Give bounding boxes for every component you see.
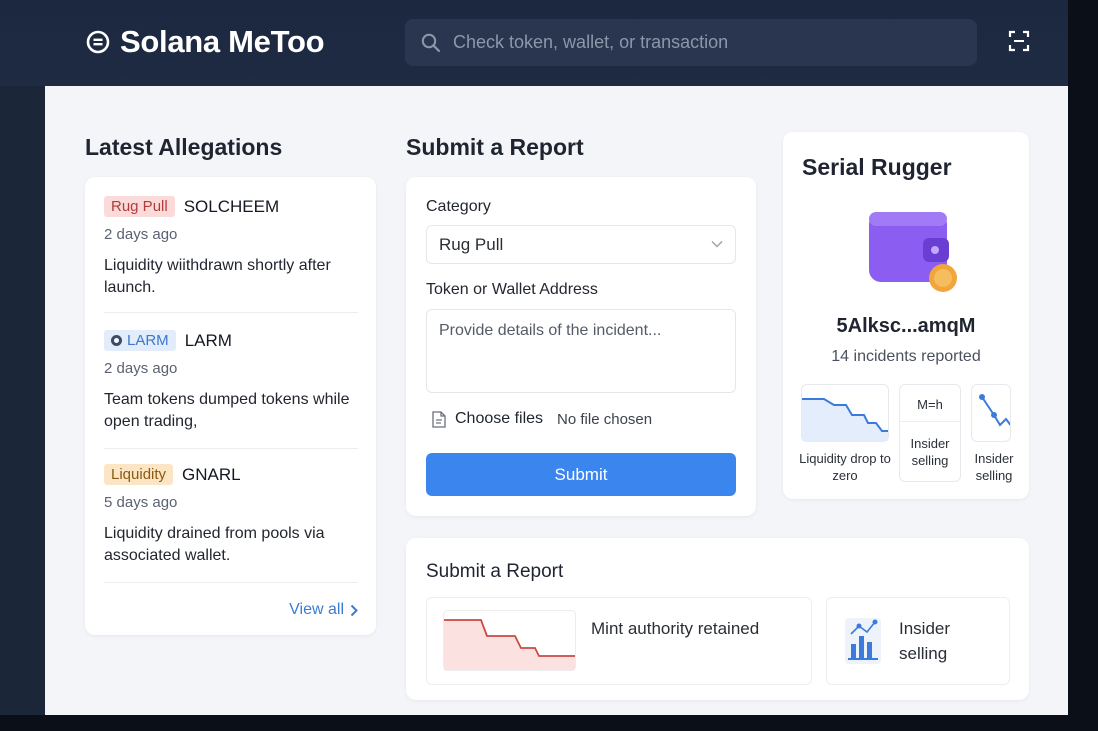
list-item[interactable]: Liquidity GNARL 5 days ago Liquidity dra… (104, 464, 358, 567)
chevron-right-icon (350, 604, 358, 616)
insider-chart-icon (845, 618, 881, 664)
timestamp: 2 days ago (104, 226, 178, 243)
app-frame: Solana MeToo Latest Allegations Rug Pull… (0, 0, 1068, 715)
divider (104, 582, 358, 583)
allegation-description: Liquidity wiithdrawn shortly after launc… (104, 257, 331, 296)
app-logo[interactable]: Solana MeToo (86, 24, 325, 60)
category-label: Category (426, 198, 491, 215)
top-header: Solana MeToo (0, 0, 1068, 86)
search-bar[interactable] (405, 19, 977, 66)
allegation-description: Team tokens dumped tokens while open tra… (104, 391, 350, 430)
token-name: LARM (184, 330, 232, 350)
mint-authority-card[interactable]: Mint authority retained (426, 597, 812, 685)
insider-selling-card[interactable]: Insider selling (826, 597, 1010, 685)
divider (104, 448, 358, 449)
search-input[interactable] (453, 32, 953, 53)
badge-label: LARM (127, 332, 169, 349)
insider-selling-text: Insider selling (899, 619, 951, 663)
card-caption: Insider selling (910, 436, 950, 468)
report-form-title: Submit a Report (406, 134, 584, 160)
details-textarea[interactable] (426, 309, 736, 393)
allegation-description: Liquidity drained from pools via associa… (104, 525, 325, 564)
choose-files-label: Choose files (455, 410, 544, 427)
no-file-text: No file chosen (557, 410, 653, 428)
card-chip: M=h (917, 397, 943, 412)
category-badge: Rug Pull (104, 196, 175, 217)
list-item[interactable]: Rug Pull SOLCHEEM 2 days ago Liquidity w… (104, 196, 358, 299)
report-categories-title: Submit a Report (426, 561, 564, 582)
insider-selling-card[interactable]: M=h Insider selling (899, 384, 961, 482)
serial-rugger-title: Serial Rugger (802, 154, 952, 180)
serial-rugger-card: Serial Rugger 5Alksc...amqM 14 incidents… (783, 132, 1029, 499)
allegations-card: Rug Pull SOLCHEEM 2 days ago Liquidity w… (85, 177, 376, 635)
insider-trend-chart (979, 394, 1010, 427)
address-label: Token or Wallet Address (426, 281, 598, 298)
choose-files-button[interactable]: Choose files (432, 410, 543, 428)
search-icon (421, 33, 441, 52)
submit-button[interactable]: Submit (426, 453, 736, 496)
incident-count: 14 incidents reported (831, 348, 981, 365)
mint-authority-chart (443, 610, 576, 671)
view-all-link[interactable]: View all (289, 601, 358, 619)
circle-menu-icon (86, 30, 110, 54)
wallet-address[interactable]: 5Alksc...amqM (783, 315, 1029, 338)
allegations-title: Latest Allegations (85, 134, 283, 160)
category-badge: LARM (104, 330, 176, 351)
list-item[interactable]: LARM LARM 2 days ago Team tokens dumped … (104, 330, 358, 433)
main-content: Latest Allegations Rug Pull SOLCHEEM 2 d… (45, 86, 1068, 715)
category-value: Rug Pull (439, 234, 504, 254)
report-form-card: Category Rug Pull Token or Wallet Addres… (406, 177, 756, 516)
token-name: SOLCHEEM (183, 196, 280, 216)
timestamp: 5 days ago (104, 494, 178, 511)
token-dot-icon (111, 335, 122, 346)
mint-authority-text: Mint authority retained (591, 619, 760, 638)
token-name: GNARL (182, 464, 241, 484)
file-icon (432, 410, 446, 428)
card-caption: Insider selling (974, 451, 1014, 483)
liquidity-chart-card[interactable] (801, 384, 889, 442)
insider-trend-card[interactable] (971, 384, 1011, 442)
chevron-down-icon (711, 241, 723, 248)
divider (900, 421, 960, 422)
liquidity-drop-chart (802, 398, 888, 441)
category-badge: Liquidity (104, 464, 174, 485)
app-title: Solana MeToo (120, 24, 325, 59)
scan-icon[interactable] (1008, 30, 1030, 52)
category-select[interactable]: Rug Pull (426, 225, 736, 264)
view-all-label: View all (289, 601, 344, 618)
wallet-icon (869, 212, 957, 292)
file-upload: Choose files No file chosen (432, 410, 652, 428)
timestamp: 2 days ago (104, 360, 178, 377)
report-categories-card: Submit a Report Mint authority retained (406, 538, 1029, 700)
divider (104, 312, 358, 313)
card-caption: Liquidity drop to zero (799, 451, 891, 483)
